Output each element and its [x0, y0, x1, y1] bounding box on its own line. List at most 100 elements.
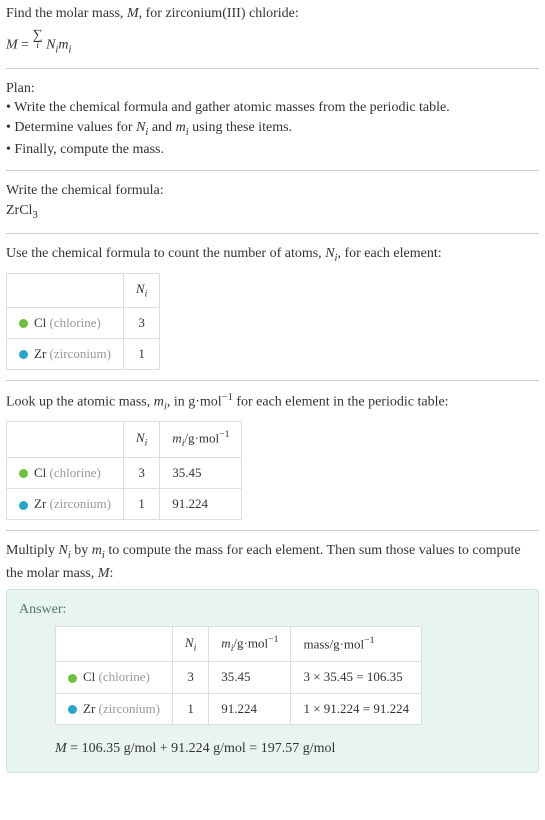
- lookup-title-c: for each element in the periodic table:: [233, 395, 449, 410]
- final-eq: = 106.35 g/mol + 91.224 g/mol = 197.57 g…: [67, 741, 336, 756]
- zr-label: Zr: [83, 701, 99, 716]
- cl-n: 3: [123, 307, 159, 338]
- th-ni-n: N: [136, 281, 145, 296]
- table-row: Zr (zirconium) 1 91.224: [7, 489, 242, 520]
- cl-cell: Cl (chlorine): [7, 457, 124, 488]
- chemical-formula: ZrCl3: [6, 201, 539, 223]
- lookup-title-a: Look up the atomic mass,: [6, 395, 154, 410]
- cl-paren: (chlorine): [50, 315, 101, 330]
- zr-label: Zr: [34, 346, 50, 361]
- th-mi: mi/g·mol−1: [209, 626, 291, 662]
- var-Ni: N: [46, 37, 55, 52]
- count-title-a: Use the chemical formula to count the nu…: [6, 246, 325, 261]
- zirconium-dot-icon: [19, 350, 28, 359]
- th-ni: Ni: [172, 626, 208, 662]
- th-ni-sub: i: [145, 288, 148, 299]
- intro-text-a: Find the molar mass,: [6, 6, 127, 21]
- th-ni-sub: i: [194, 642, 197, 653]
- mult-mi: m: [92, 543, 102, 558]
- th-empty: [7, 273, 124, 307]
- zr-n: 1: [123, 338, 159, 369]
- th-ni-n: N: [136, 430, 145, 445]
- th-empty: [7, 422, 124, 458]
- table-row: Zr (zirconium) 1: [7, 338, 160, 369]
- chlorine-dot-icon: [19, 319, 28, 328]
- th-ni-sub: i: [145, 438, 148, 449]
- answer-table: Ni mi/g·mol−1 mass/g·mol−1 Cl (chlorine)…: [55, 626, 422, 725]
- zr-n: 1: [123, 489, 159, 520]
- cl-cell: Cl (chlorine): [56, 662, 173, 693]
- plan-mi: m: [176, 120, 186, 135]
- cl-m: 35.45: [160, 457, 242, 488]
- count-table: Ni Cl (chlorine) 3 Zr (zirconium) 1: [6, 273, 160, 371]
- th-ni-n: N: [185, 635, 194, 650]
- answer-title: Answer:: [19, 600, 526, 620]
- plan-section: Plan: • Write the chemical formula and g…: [6, 79, 539, 171]
- lookup-neg1: −1: [222, 392, 233, 403]
- lookup-title-b: , in g·mol: [167, 395, 222, 410]
- th-mi-neg1: −1: [219, 429, 229, 440]
- lookup-table: Ni mi/g·mol−1 Cl (chlorine) 3 35.45 Zr (…: [6, 421, 242, 520]
- zr-n: 1: [172, 693, 208, 724]
- sigma-sub: i: [33, 43, 43, 50]
- var-mi-sub: i: [68, 44, 71, 55]
- answer-final: M = 106.35 g/mol + 91.224 g/mol = 197.57…: [55, 739, 526, 759]
- th-ni: Ni: [123, 422, 159, 458]
- zr-cell: Zr (zirconium): [7, 338, 124, 369]
- cl-paren: (chlorine): [50, 465, 101, 480]
- formula-zr: ZrCl: [6, 203, 32, 218]
- cl-label: Cl: [34, 465, 50, 480]
- var-M2: M: [6, 37, 18, 52]
- th-mi-m: m: [172, 431, 181, 446]
- th-mi-m: m: [221, 635, 230, 650]
- intro-text-b: , for zirconium(III) chloride:: [139, 6, 299, 21]
- cl-m: 35.45: [209, 662, 291, 693]
- table-row: Zr (zirconium) 1 91.224 1 × 91.224 = 91.…: [56, 693, 422, 724]
- plan-bullet-3: • Finally, compute the mass.: [6, 140, 539, 160]
- plan-b2-a: • Determine values for: [6, 120, 136, 135]
- cl-cell: Cl (chlorine): [7, 307, 124, 338]
- table-header-row: Ni: [7, 273, 160, 307]
- lookup-mi: m: [154, 395, 164, 410]
- eq-sign: =: [18, 37, 33, 52]
- th-mi: mi/g·mol−1: [160, 422, 242, 458]
- final-M: M: [55, 741, 67, 756]
- multiply-section: Multiply Ni by mi to compute the mass fo…: [6, 541, 539, 583]
- th-mass-neg1: −1: [364, 635, 374, 646]
- mult-M: M: [98, 566, 110, 581]
- var-mi: m: [58, 37, 68, 52]
- zr-paren: (zirconium): [50, 346, 111, 361]
- mult-Ni: N: [59, 543, 68, 558]
- count-Ni: N: [325, 246, 334, 261]
- cl-paren: (chlorine): [99, 669, 150, 684]
- table-row: Cl (chlorine) 3: [7, 307, 160, 338]
- answer-box: Answer: Ni mi/g·mol−1 mass/g·mol−1 Cl (c…: [6, 589, 539, 773]
- sigma: ∑i: [33, 26, 43, 50]
- plan-b2-c: using these items.: [189, 120, 292, 135]
- cl-label: Cl: [34, 315, 50, 330]
- lookup-title: Look up the atomic mass, mi, in g·mol−1 …: [6, 391, 539, 415]
- cl-label: Cl: [83, 669, 99, 684]
- plan-bullet-2: • Determine values for Ni and mi using t…: [6, 118, 539, 140]
- formula-sub: 3: [32, 209, 37, 220]
- table-header-row: Ni mi/g·mol−1 mass/g·mol−1: [56, 626, 422, 662]
- intro-formula: M = ∑i Nimi: [6, 26, 539, 58]
- th-mass-lbl: mass/g·mol: [303, 637, 364, 652]
- intro-section: Find the molar mass, M, for zirconium(II…: [6, 4, 539, 69]
- count-title: Use the chemical formula to count the nu…: [6, 244, 539, 266]
- table-row: Cl (chlorine) 3 35.45 3 × 35.45 = 106.35: [56, 662, 422, 693]
- th-ni: Ni: [123, 273, 159, 307]
- plan-title: Plan:: [6, 79, 539, 99]
- var-M: M: [127, 6, 139, 21]
- chlorine-dot-icon: [68, 674, 77, 683]
- mult-b: by: [71, 543, 92, 558]
- zr-paren: (zirconium): [50, 496, 111, 511]
- formula-section: Write the chemical formula: ZrCl3: [6, 181, 539, 234]
- formula-title: Write the chemical formula:: [6, 181, 539, 201]
- th-empty: [56, 626, 173, 662]
- th-mi-unit: /g·mol: [233, 635, 268, 650]
- zr-cell: Zr (zirconium): [7, 489, 124, 520]
- cl-mass: 3 × 35.45 = 106.35: [291, 662, 422, 693]
- zirconium-dot-icon: [19, 501, 28, 510]
- plan-bullet-1: • Write the chemical formula and gather …: [6, 98, 539, 118]
